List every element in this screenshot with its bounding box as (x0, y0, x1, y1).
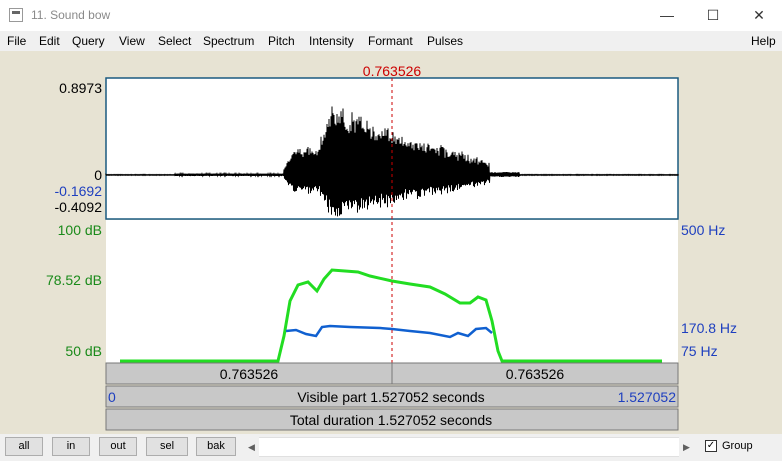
zoom-out-button[interactable]: out (99, 437, 137, 456)
waveform-zero-label: 0 (94, 167, 102, 183)
left-segment-duration: 0.763526 (220, 366, 279, 382)
praat-window-icon (9, 8, 23, 22)
menu-formant[interactable]: Formant (368, 34, 413, 48)
intensity-bottom-label: 50 dB (65, 343, 102, 359)
window-title: 11. Sound bow (31, 8, 111, 22)
close-button[interactable]: ✕ (736, 0, 782, 31)
waveform-max-label: 0.8973 (59, 80, 102, 96)
title-bar: 11. Sound bow — ☐ ✕ (0, 0, 782, 31)
waveform-min-label: -0.4092 (55, 199, 103, 215)
total-duration-label: Total duration 1.527052 seconds (290, 412, 492, 428)
menu-spectrum[interactable]: Spectrum (203, 34, 254, 48)
sound-editor-panel: 0.763526 0.8973 0 -0.1692 -0.4092 100 dB… (0, 51, 782, 434)
intensity-top-label: 100 dB (58, 222, 102, 238)
group-label: Group (722, 440, 753, 452)
group-checkbox[interactable]: ✓ (705, 440, 717, 452)
cursor-time-label: 0.763526 (363, 63, 422, 79)
menu-bar: File Edit Query View Select Spectrum Pit… (0, 31, 782, 51)
editor-canvas[interactable]: 0.763526 0.8973 0 -0.1692 -0.4092 100 dB… (0, 51, 782, 434)
visible-start-label: 0 (108, 389, 116, 405)
zoom-sel-button[interactable]: sel (146, 437, 188, 456)
scroll-right-icon[interactable]: ▶ (679, 437, 694, 457)
menu-help[interactable]: Help (751, 34, 776, 48)
time-scrollbar[interactable]: ◀ ▶ (244, 437, 694, 457)
maximize-button[interactable]: ☐ (690, 0, 736, 31)
pitch-bottom-label: 75 Hz (681, 343, 718, 359)
scroll-track[interactable] (259, 437, 679, 457)
menu-pulses[interactable]: Pulses (427, 34, 463, 48)
visible-end-label: 1.527052 (618, 389, 677, 405)
minimize-button[interactable]: — (644, 0, 690, 31)
intensity-cursor-label: 78.52 dB (46, 272, 102, 288)
menu-view[interactable]: View (119, 34, 145, 48)
zoom-all-button[interactable]: all (5, 437, 43, 456)
menu-edit[interactable]: Edit (39, 34, 60, 48)
visible-part-label: Visible part 1.527052 seconds (297, 389, 484, 405)
scroll-left-icon[interactable]: ◀ (244, 437, 259, 457)
zoom-in-button[interactable]: in (52, 437, 90, 456)
bottom-toolbar: all in out sel bak ◀ ▶ ✓ Group (0, 434, 782, 461)
menu-intensity[interactable]: Intensity (309, 34, 354, 48)
menu-query[interactable]: Query (72, 34, 105, 48)
zoom-back-button[interactable]: bak (196, 437, 236, 456)
pitch-top-label: 500 Hz (681, 222, 725, 238)
menu-pitch[interactable]: Pitch (268, 34, 295, 48)
pitch-cursor-label: 170.8 Hz (681, 320, 737, 336)
waveform-cursor-value-label: -0.1692 (55, 183, 103, 199)
right-segment-duration: 0.763526 (506, 366, 565, 382)
menu-file[interactable]: File (7, 34, 26, 48)
menu-select[interactable]: Select (158, 34, 191, 48)
